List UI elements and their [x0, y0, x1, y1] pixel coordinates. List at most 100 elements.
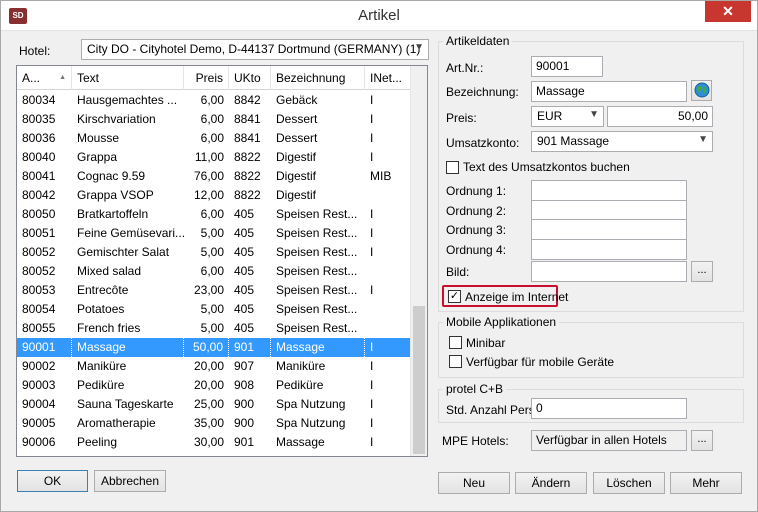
table-row[interactable]: 90002 Maniküre 20,00 907 Maniküre I	[17, 357, 411, 376]
more-button[interactable]: Mehr	[670, 472, 742, 494]
article-table[interactable]: A... ▲ Text Preis UKto Bezeichnung INet.…	[16, 65, 428, 457]
cell-bezeichnung: Spa Nutzung	[276, 397, 346, 411]
new-button[interactable]: Neu	[438, 472, 510, 494]
std-pers-label: Std. Anzahl Pers.:	[446, 403, 542, 417]
mobile-available-label: Verfügbar für mobile Geräte	[466, 355, 615, 369]
table-row[interactable]: 80040 Grappa 11,00 8822 Digestif I	[17, 148, 411, 167]
cell-preis: 25,00	[193, 397, 224, 411]
cell-artnr: 90003	[22, 378, 56, 392]
table-row[interactable]: 90006 Peeling 30,00 901 Massage I	[17, 433, 411, 452]
column-header-preis[interactable]: Preis	[184, 66, 229, 90]
table-row[interactable]: 80053 Entrecôte 23,00 405 Speisen Rest... I	[17, 281, 411, 300]
cell-preis: 20,00	[193, 378, 224, 392]
currency-select[interactable]: EUR ▼	[531, 106, 604, 127]
currency-value: EUR	[537, 109, 563, 123]
table-row[interactable]: 80052 Mixed salad 6,00 405 Speisen Rest...	[17, 262, 411, 281]
cell-artnr: 90001	[17, 338, 72, 357]
bezeichnung-input[interactable]: Massage	[531, 81, 687, 102]
ok-button[interactable]: OK	[17, 470, 88, 492]
cell-preis: 50,00	[184, 338, 229, 357]
cell-ukto: 8822	[234, 169, 261, 183]
cell-artnr: 80040	[22, 150, 56, 164]
hotel-select[interactable]: City DO - Cityhotel Demo, D-44137 Dortmu…	[81, 39, 429, 60]
cell-text: French fries	[77, 321, 141, 335]
column-header-text[interactable]: Text	[72, 66, 184, 90]
cell-inet	[365, 262, 411, 281]
cell-artnr: 80052	[22, 245, 56, 259]
ordnung3-label: Ordnung 3:	[446, 223, 507, 237]
cell-ukto: 907	[234, 359, 255, 373]
cell-bezeichnung: Digestif	[276, 150, 317, 164]
cell-bezeichnung: Digestif	[276, 188, 317, 202]
scrollbar-thumb[interactable]	[413, 306, 425, 454]
ordnung2-input[interactable]	[531, 200, 687, 221]
cell-artnr: 80036	[22, 131, 56, 145]
column-header-ukto[interactable]: UKto	[229, 66, 271, 90]
delete-button[interactable]: Löschen	[593, 472, 665, 494]
cell-bezeichnung: Dessert	[276, 112, 318, 126]
cell-preis: 6,00	[200, 131, 224, 145]
translate-globe-button[interactable]	[691, 80, 712, 101]
cancel-button[interactable]: Abbrechen	[94, 470, 166, 492]
table-row[interactable]: 80051 Feine Gemüsevari... 5,00 405 Speisen R…	[17, 224, 411, 243]
cell-bezeichnung: Digestif	[276, 169, 317, 183]
text-umsatzkonto-checkbox[interactable]	[446, 161, 459, 174]
ordnung1-input[interactable]	[531, 180, 687, 201]
window-title: Artikel	[358, 7, 400, 24]
cell-bezeichnung: Speisen Rest...	[276, 321, 358, 335]
cell-inet: I	[370, 359, 374, 373]
table-row[interactable]: 90001 Massage 50,00 901 Massage I	[17, 338, 411, 357]
cell-ukto: 405	[234, 283, 255, 297]
cell-artnr: 80053	[22, 283, 56, 297]
ordnung4-input[interactable]	[531, 239, 687, 260]
minibar-label: Minibar	[466, 336, 506, 350]
cell-inet	[365, 186, 411, 205]
hotel-label: Hotel:	[19, 44, 51, 58]
column-header-inet[interactable]: INet...	[365, 66, 411, 90]
table-row[interactable]: 80034 Hausgemachtes ... 6,00 8842 Gebäck I	[17, 91, 411, 110]
change-button[interactable]: Ändern	[515, 472, 587, 494]
table-row[interactable]: 80042 Grappa VSOP 12,00 8822 Digestif	[17, 186, 411, 205]
cell-preis: 76,00	[193, 169, 224, 183]
cell-bezeichnung: Gebäck	[276, 93, 318, 107]
table-row[interactable]: 90004 Sauna Tageskarte 25,00 900 Spa Nutzung…	[17, 395, 411, 414]
mpe-input[interactable]: Verfügbar in allen Hotels	[531, 430, 687, 451]
vertical-scrollbar[interactable]	[410, 66, 427, 456]
preis-input[interactable]: 50,00	[607, 106, 713, 127]
table-row[interactable]: 80041 Cognac 9.59 76,00 8822 Digestif MIB	[17, 167, 411, 186]
bild-browse-button[interactable]: ...	[691, 261, 713, 282]
column-header-artnr[interactable]: A... ▲	[17, 66, 72, 90]
table-body: 80034 Hausgemachtes ... 6,00 8842 Gebäck I 800…	[17, 91, 411, 452]
cell-inet: I	[370, 245, 374, 259]
anzeige-internet-checkbox[interactable]: ✓	[448, 290, 461, 303]
cell-text: Potatoes	[77, 302, 125, 316]
anzeige-internet-label: Anzeige im Internet	[465, 290, 569, 304]
bezeichnung-label: Bezeichnung:	[446, 85, 519, 99]
mpe-browse-button[interactable]: ...	[691, 430, 713, 451]
ordnung3-input[interactable]	[531, 219, 687, 240]
table-row[interactable]: 80052 Gemischter Salat 5,00 405 Speisen Rest…	[17, 243, 411, 262]
column-header-bezeichnung[interactable]: Bezeichnung	[271, 66, 365, 90]
table-row[interactable]: 80050 Bratkartoffeln 6,00 405 Speisen Rest..…	[17, 205, 411, 224]
table-row[interactable]: 80054 Potatoes 5,00 405 Speisen Rest...	[17, 300, 411, 319]
table-row[interactable]: 90005 Aromatherapie 35,00 900 Spa Nutzung I	[17, 414, 411, 433]
umsatzkonto-select[interactable]: 901 Massage ▼	[531, 131, 713, 152]
cell-inet: I	[370, 93, 374, 107]
close-button[interactable]: ✕	[705, 1, 751, 22]
cell-preis: 35,00	[193, 416, 224, 430]
table-row[interactable]: 90003 Pediküre 20,00 908 Pediküre I	[17, 376, 411, 395]
std-pers-input[interactable]: 0	[531, 398, 687, 419]
table-row[interactable]: 80036 Mousse 6,00 8841 Dessert I	[17, 129, 411, 148]
artnr-input[interactable]: 90001	[531, 56, 603, 77]
mobile-available-checkbox[interactable]	[449, 355, 462, 368]
bild-input[interactable]	[531, 261, 687, 282]
table-row[interactable]: 80035 Kirschvariation 6,00 8841 Dessert I	[17, 110, 411, 129]
cell-text: Massage	[72, 338, 184, 357]
cell-inet: I	[370, 435, 374, 449]
text-umsatzkonto-label: Text des Umsatzkontos buchen	[463, 160, 630, 174]
cell-artnr: 90004	[22, 397, 56, 411]
minibar-checkbox[interactable]	[449, 336, 462, 349]
table-row[interactable]: 80055 French fries 5,00 405 Speisen Rest...	[17, 319, 411, 338]
cell-ukto: 901	[229, 338, 271, 357]
artikeldaten-title: Artikeldaten	[443, 34, 513, 48]
